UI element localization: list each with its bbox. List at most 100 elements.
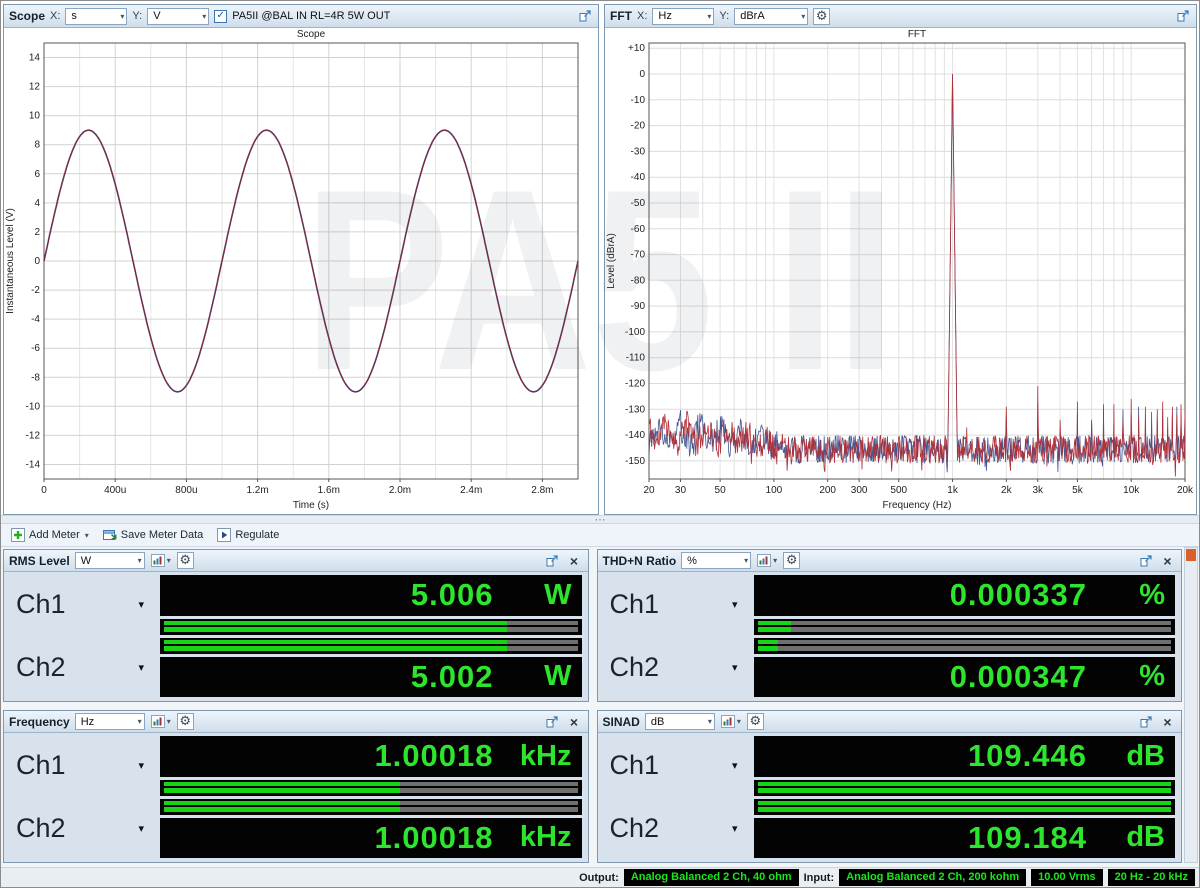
chevron-down-icon: ▾ [731,660,738,674]
meter-unit-select[interactable]: W ▾ [74,552,145,569]
svg-text:300: 300 [851,485,868,496]
svg-text:5k: 5k [1072,485,1084,496]
input-label: Input: [803,871,835,884]
channel-selector[interactable]: Ch2 ▾ [602,799,750,859]
display-mode-button[interactable]: ▾ [720,713,742,730]
meter-settings-button[interactable]: ⚙ [176,552,194,569]
channel-selector[interactable]: Ch1 ▾ [8,575,156,635]
display-mode-button[interactable]: ▾ [150,552,172,569]
popout-button[interactable] [1174,8,1191,25]
meter-value: 0.000347 [949,658,1087,694]
chevron-down-icon: ▾ [138,821,144,835]
svg-text:Frequency (Hz): Frequency (Hz) [883,500,952,511]
channel-label-text: Ch2 [609,651,660,682]
display-mode-button[interactable]: ▾ [150,713,172,730]
popout-button[interactable] [576,8,593,25]
popout-icon [546,554,558,566]
scope-y-unit-value: V [153,10,161,22]
popout-button[interactable] [1137,552,1154,569]
fft-chart[interactable]: +10 0 -10 -20 -30 -40 -50 -60 -70 -80 -90 -100 -110 -… [605,28,1197,512]
meter-bar [160,637,582,654]
meter-body: Ch1 ▾ 0.000337 % Ch2 ▾ 0.000347 % [598,572,1182,701]
close-button[interactable]: × [566,552,583,569]
popout-button[interactable] [544,552,561,569]
scrollbar-thumb[interactable] [1186,549,1196,561]
channel-selector[interactable]: Ch2 ▾ [602,638,750,698]
meter-value: 1.00018 [374,819,494,855]
save-meter-data-button[interactable]: Save Meter Data [97,526,210,544]
svg-text:-100: -100 [625,327,645,338]
meter-unit-select[interactable]: % ▾ [681,552,752,569]
annotation-checkbox[interactable]: ✓ [214,9,228,23]
channel-selector[interactable]: Ch1 ▾ [602,575,750,635]
close-icon: × [1163,713,1172,730]
meter-value: 109.184 [967,819,1087,855]
meters-area: RMS Level W ▾ ▾ ⚙ × Ch1 ▾ 5.006 W Ch2 ▾ … [1,547,1199,867]
svg-text:1.2m: 1.2m [246,485,268,496]
meter-settings-button[interactable]: ⚙ [176,713,194,730]
channel-selector[interactable]: Ch1 ▾ [602,736,750,796]
meter-value-unit: W [544,660,572,693]
channel-selector[interactable]: Ch1 ▾ [8,736,156,796]
scope-y-unit-select[interactable]: V ▾ [147,7,210,25]
regulate-button[interactable]: Regulate [211,526,285,544]
svg-text:-50: -50 [631,198,646,209]
popout-button[interactable] [1137,713,1154,730]
svg-text:10k: 10k [1123,485,1140,496]
svg-text:0: 0 [34,256,40,267]
channel-label-text: Ch1 [16,589,66,620]
scope-chart[interactable]: -14 -12 -10 -8 -6 -4 -2 0 2 4 6 8 10 12 14 0 400u 800u 1.2… [4,28,594,512]
meter-bar [753,637,1175,654]
input-config-badge[interactable]: Analog Balanced 2 Ch, 200 kohm [839,869,1027,886]
close-button[interactable]: × [1159,552,1176,569]
svg-text:-140: -140 [625,430,645,441]
chevron-down-icon: ▾ [773,556,778,565]
svg-text:200: 200 [819,485,836,496]
add-meter-label: Add Meter [29,529,80,541]
horizontal-splitter[interactable]: ⋯ [1,514,1199,525]
save-meter-data-label: Save Meter Data [120,529,204,541]
svg-text:20k: 20k [1177,485,1194,496]
close-icon: × [1163,552,1172,569]
meter-unit-select[interactable]: dB ▾ [644,713,715,730]
svg-text:-14: -14 [26,459,41,470]
output-config-badge[interactable]: Analog Balanced 2 Ch, 40 ohm [623,869,799,886]
input-bandwidth-badge[interactable]: 20 Hz - 20 kHz [1107,869,1195,886]
meter-bar-track [757,621,1171,632]
channel-selector[interactable]: Ch2 ▾ [8,638,156,698]
close-button[interactable]: × [1159,713,1176,730]
fft-y-unit-value: dBrA [740,10,765,22]
gear-icon: ⚙ [785,553,798,568]
close-button[interactable]: × [566,713,583,730]
fft-x-unit-select[interactable]: Hz ▾ [652,7,715,25]
popout-button[interactable] [544,713,561,730]
scope-x-unit-value: s [71,10,77,22]
meter-settings-button[interactable]: ⚙ [746,713,764,730]
svg-text:500: 500 [890,485,907,496]
scope-x-unit-select[interactable]: s ▾ [65,7,128,25]
chevron-down-icon: ▾ [707,11,712,21]
chevron-down-icon: ▾ [744,556,749,565]
fft-y-unit-select[interactable]: dBrA ▾ [734,7,809,25]
meter-unit-select[interactable]: Hz ▾ [74,713,145,730]
regulate-icon [217,528,232,542]
chevron-down-icon: ▾ [731,598,738,612]
meter-value-display: 1.00018 kHz [160,736,582,777]
meters-toolbar: Add Meter ▾ Save Meter Data Regulate [1,524,1199,547]
fft-settings-button[interactable]: ⚙ [813,7,831,25]
channel-selector[interactable]: Ch2 ▾ [8,799,156,859]
meter-bar-divider [164,805,578,807]
meter-value: 109.446 [967,738,1087,774]
display-mode-button[interactable]: ▾ [756,552,778,569]
fft-x-label: X: [637,10,648,22]
input-range-badge[interactable]: 10.00 Vrms [1031,869,1103,886]
scope-panel-header: Scope X: s ▾ Y: V ▾ ✓ PA5II @BAL IN RL=4… [4,5,598,28]
scope-y-label: Y: [132,10,143,22]
add-meter-button[interactable]: Add Meter ▾ [5,526,95,544]
mini-chart-icon [150,554,165,567]
svg-text:-20: -20 [631,121,646,132]
meter-settings-button[interactable]: ⚙ [783,552,801,569]
meters-scrollbar[interactable] [1184,547,1198,863]
svg-text:20: 20 [643,485,655,496]
channel-label-text: Ch1 [16,750,66,781]
